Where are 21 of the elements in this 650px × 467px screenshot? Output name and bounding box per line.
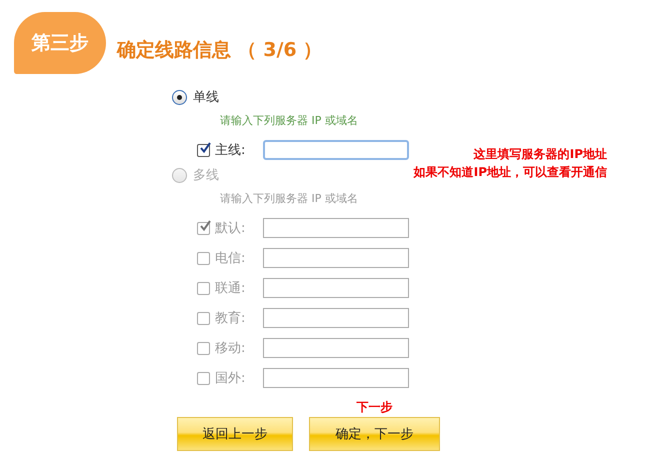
step-button[interactable]: 确定，下一步: [309, 417, 440, 451]
field-label: 主线:: [215, 142, 246, 159]
hint-text: 请输入下列服务器 IP 或域名: [220, 191, 359, 207]
input-field[interactable]: [263, 140, 409, 160]
field-label: 默认:: [215, 220, 246, 237]
annotation-text: 如果不知道IP地址，可以查看开通信: [414, 164, 607, 181]
field-label: 移动:: [215, 340, 246, 357]
step-button[interactable]: 返回上一步: [177, 417, 293, 451]
hint-text: 请输入下列服务器 IP 或域名: [220, 113, 359, 129]
annotation-text: 下一步: [356, 399, 392, 416]
radio-label: 多线: [193, 167, 219, 184]
field-label: 国外:: [215, 370, 246, 387]
annotation-text: 这里填写服务器的IP地址: [474, 146, 607, 163]
field-label: 联通:: [215, 280, 246, 297]
radio-button[interactable]: [172, 90, 187, 104]
checkbox[interactable]: [197, 144, 210, 156]
radio-label: 单线: [193, 89, 219, 106]
field-label: 教育:: [215, 310, 246, 327]
field-label: 电信:: [215, 250, 246, 267]
step-badge: 第三步: [14, 12, 106, 74]
page-title: 确定线路信息 （ 3/6 ）: [117, 38, 322, 63]
